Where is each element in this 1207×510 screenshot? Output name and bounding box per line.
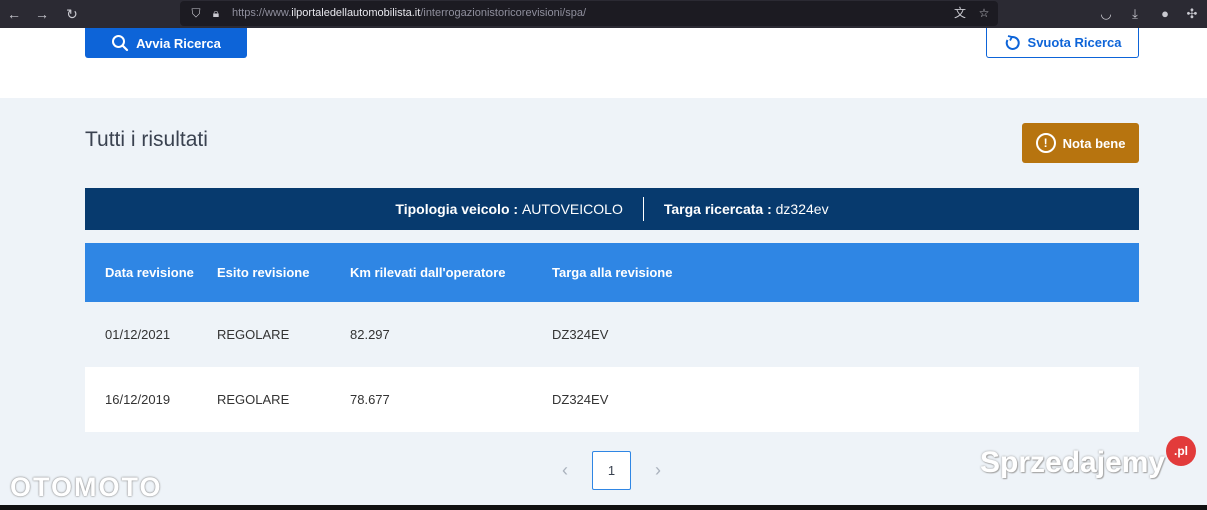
vehicle-info-bar: Tipologia veicolo : AUTOVEICOLO Targa ri… <box>85 188 1139 230</box>
exclamation-icon: ! <box>1035 133 1056 153</box>
next-page-chevron-icon[interactable]: › <box>648 460 668 481</box>
browser-toolbar: ← → ↻ ⛉ 🔒︎ https://www.ilportaledellauto… <box>0 0 1207 28</box>
search-button[interactable]: Avvia Ricerca <box>85 28 247 58</box>
results-title: Tutti i risultati <box>85 128 208 151</box>
note-button[interactable]: ! Nota bene <box>1022 123 1139 163</box>
extensions-icon[interactable]: ✣ <box>1182 4 1202 24</box>
page-number-button[interactable]: 1 <box>592 451 631 490</box>
vehicle-type-value: AUTOVEICOLO <box>521 201 623 217</box>
pagination: ‹ 1 › <box>555 451 668 490</box>
pocket-icon[interactable]: ◡ <box>1096 4 1116 24</box>
search-button-label: Avvia Ricerca <box>136 35 221 51</box>
forward-arrow-icon[interactable]: → <box>32 4 52 24</box>
cell-outcome: REGOLARE <box>217 302 350 367</box>
reload-icon[interactable]: ↻ <box>62 4 82 24</box>
column-header-outcome: Esito revisione <box>217 243 350 302</box>
search-panel: Avvia Ricerca Svuota Ricerca <box>0 28 1207 98</box>
reset-button-label: Svuota Ricerca <box>1027 35 1122 50</box>
cell-km: 78.677 <box>350 367 552 432</box>
table-row: 16/12/2019 REGOLARE 78.677 DZ324EV <box>85 367 1139 432</box>
vehicle-type-label: Tipologia veicolo : <box>395 201 519 217</box>
url-bar[interactable]: ⛉ 🔒︎ https://www.ilportaledellautomobili… <box>180 1 998 26</box>
otomoto-watermark: OTOMOTO <box>10 472 163 502</box>
sprzedajemy-badge: .pl <box>1166 436 1196 466</box>
back-arrow-icon[interactable]: ← <box>4 4 24 24</box>
search-icon <box>112 35 129 52</box>
column-header-date: Data revisione <box>85 243 217 302</box>
column-header-plate: Targa alla revisione <box>552 243 1139 302</box>
column-header-km: Km rilevati dall'operatore <box>350 243 552 302</box>
bottom-edge <box>0 505 1207 510</box>
download-icon[interactable]: ⤓ <box>1125 4 1145 24</box>
lock-icon[interactable]: 🔒︎ <box>208 1 224 26</box>
prev-page-chevron-icon[interactable]: ‹ <box>555 460 575 481</box>
table-header-row: Data revisione Esito revisione Km rileva… <box>85 243 1139 302</box>
plate-value: dz324ev <box>775 201 829 217</box>
reset-icon <box>1005 34 1020 50</box>
url-path: /interrogazionistoricorevisioni/spa/ <box>420 7 586 19</box>
results-table: Data revisione Esito revisione Km rileva… <box>85 243 1139 432</box>
bookmark-star-icon[interactable]: ☆ <box>976 1 992 26</box>
reset-search-button[interactable]: Svuota Ricerca <box>986 28 1139 58</box>
translate-icon[interactable]: 文 <box>952 1 968 26</box>
cell-date: 01/12/2021 <box>85 302 217 367</box>
shield-icon[interactable]: ⛉ <box>188 1 204 26</box>
account-icon[interactable]: ● <box>1155 4 1175 24</box>
cell-outcome: REGOLARE <box>217 367 350 432</box>
cell-plate: DZ324EV <box>552 367 1139 432</box>
table-row: 01/12/2021 REGOLARE 82.297 DZ324EV <box>85 302 1139 367</box>
url-prefix: https://www. <box>232 7 292 19</box>
cell-date: 16/12/2019 <box>85 367 217 432</box>
url-text[interactable]: https://www.ilportaledellautomobilista.i… <box>232 1 586 26</box>
sprzedajemy-watermark: Sprzedajemy <box>980 446 1166 479</box>
cell-km: 82.297 <box>350 302 552 367</box>
cell-plate: DZ324EV <box>552 302 1139 367</box>
url-domain: ilportaledellautomobilista.it <box>291 7 421 19</box>
note-button-label: Nota bene <box>1062 135 1126 151</box>
divider <box>642 197 644 221</box>
plate-label: Targa ricercata : <box>663 201 772 217</box>
